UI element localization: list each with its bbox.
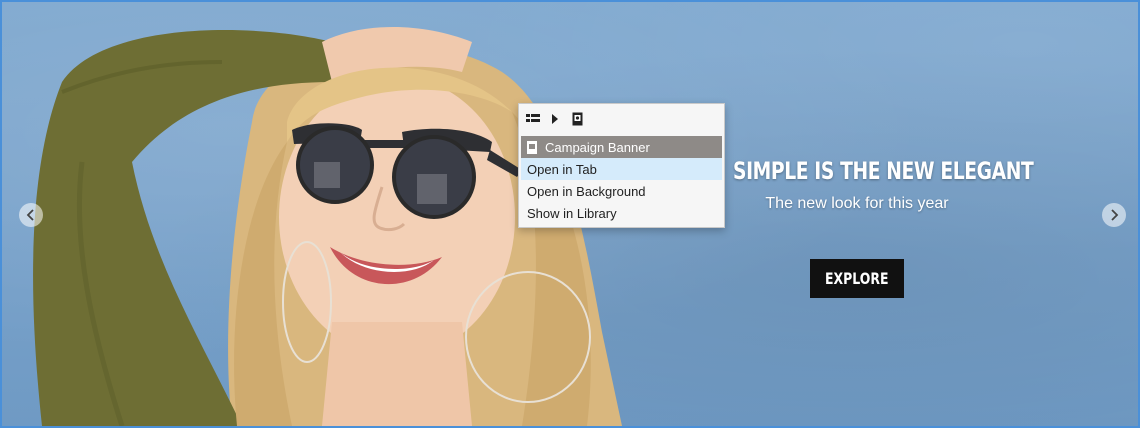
context-menu-title: Campaign Banner — [545, 139, 650, 155]
chevron-right-icon — [1111, 209, 1119, 221]
chevron-left-icon — [26, 209, 34, 221]
hero-subtitle: The new look for this year — [765, 195, 949, 212]
context-menu-toolbar — [519, 104, 724, 134]
carousel-prev-button[interactable] — [19, 203, 43, 227]
hero-text-block: SIMPLE IS THE NEW ELEGANT The new look f… — [728, 157, 1034, 213]
menu-item-open-in-tab[interactable]: Open in Tab — [521, 158, 722, 180]
menu-item-show-in-library[interactable]: Show in Library — [519, 202, 724, 224]
play-arrow-icon — [552, 114, 558, 124]
context-menu-header: Campaign Banner — [521, 136, 722, 158]
play-arrow-button[interactable] — [545, 109, 565, 129]
explore-button-label: EXPLORE — [825, 269, 889, 288]
menu-item-open-in-background[interactable]: Open in Background — [519, 180, 724, 202]
list-view-button[interactable] — [523, 109, 543, 129]
hero-title: SIMPLE IS THE NEW ELEGANT — [732, 157, 1034, 185]
explore-button[interactable]: EXPLORE — [810, 259, 904, 298]
list-view-icon — [526, 114, 540, 122]
document-icon — [572, 112, 582, 126]
carousel-next-button[interactable] — [1102, 203, 1126, 227]
campaign-banner: SIMPLE IS THE NEW ELEGANT The new look f… — [0, 0, 1140, 428]
document-icon — [527, 140, 537, 154]
document-button[interactable] — [567, 109, 587, 129]
context-menu: Campaign Banner Open in Tab Open in Back… — [518, 103, 725, 228]
